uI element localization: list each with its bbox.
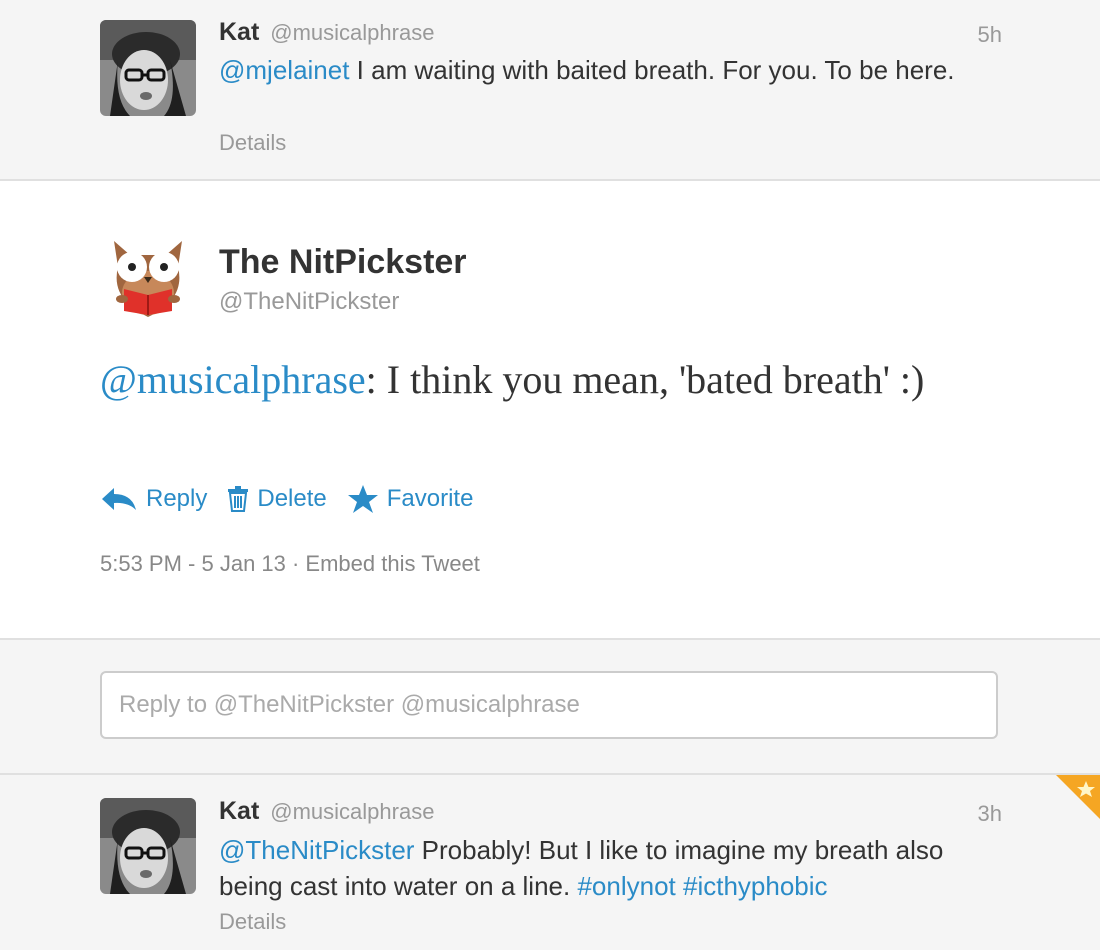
user-handle[interactable]: @musicalphrase <box>270 799 434 824</box>
tweet-text: @mjelainet I am waiting with baited brea… <box>219 52 989 88</box>
delete-button[interactable]: Delete <box>227 485 327 513</box>
details-link[interactable]: Details <box>219 130 286 156</box>
tweet-timestamp[interactable]: 3h <box>978 801 1002 827</box>
tweet-actions: Reply Delete Favorite <box>100 484 473 514</box>
reply-input[interactable] <box>100 671 998 739</box>
tweet-text: @musicalphrase: I think you mean, 'bated… <box>100 353 1000 407</box>
hashtag-link[interactable]: #icthyphobic <box>683 871 828 901</box>
favorite-button[interactable]: Favorite <box>347 484 474 514</box>
mention-link[interactable]: @mjelainet <box>219 55 349 85</box>
trash-icon <box>228 486 249 512</box>
user-handle[interactable]: @TheNitPickster <box>219 288 399 316</box>
user-name[interactable]: The NitPickster <box>219 243 467 282</box>
user-avatar[interactable] <box>100 20 196 116</box>
favorited-star-icon <box>1056 775 1100 819</box>
tweet-item[interactable]: Kat @musicalphrase 3h @TheNitPickster Pr… <box>0 775 1100 950</box>
details-link[interactable]: Details <box>219 909 286 935</box>
mention-link[interactable]: @musicalphrase <box>100 357 366 402</box>
tweet-meta[interactable]: 5:53 PM - 5 Jan 13 · Embed this Tweet <box>100 551 480 577</box>
user-name[interactable]: Kat <box>219 18 259 46</box>
tweet-body: I am waiting with baited breath. For you… <box>349 55 955 85</box>
user-handle[interactable]: @musicalphrase <box>270 20 434 45</box>
favorited-badge <box>1056 775 1100 819</box>
owl-avatar[interactable] <box>100 227 196 323</box>
tweet-timestamp[interactable]: 5h <box>978 22 1002 48</box>
reply-icon <box>102 488 136 510</box>
user-avatar[interactable] <box>100 798 196 894</box>
hashtag-link[interactable]: #onlynot <box>577 871 675 901</box>
user-name[interactable]: Kat <box>219 797 259 825</box>
reply-label: Reply <box>146 485 208 512</box>
tweet-body: : I think you mean, 'bated breath' :) <box>365 357 925 402</box>
mention-link[interactable]: @TheNitPickster <box>219 835 414 865</box>
focused-tweet: The NitPickster @TheNitPickster @musical… <box>0 181 1100 640</box>
tweet-header: Kat @musicalphrase <box>219 797 434 826</box>
reply-area <box>0 640 1100 775</box>
tweet-item[interactable]: Kat @musicalphrase 5h @mjelainet I am wa… <box>0 0 1100 181</box>
star-icon <box>347 485 378 513</box>
favorite-label: Favorite <box>386 485 474 512</box>
delete-label: Delete <box>257 485 327 512</box>
tweet-text: @TheNitPickster Probably! But I like to … <box>219 832 989 904</box>
reply-button[interactable]: Reply <box>100 485 207 513</box>
tweet-header: Kat @musicalphrase <box>219 18 434 47</box>
